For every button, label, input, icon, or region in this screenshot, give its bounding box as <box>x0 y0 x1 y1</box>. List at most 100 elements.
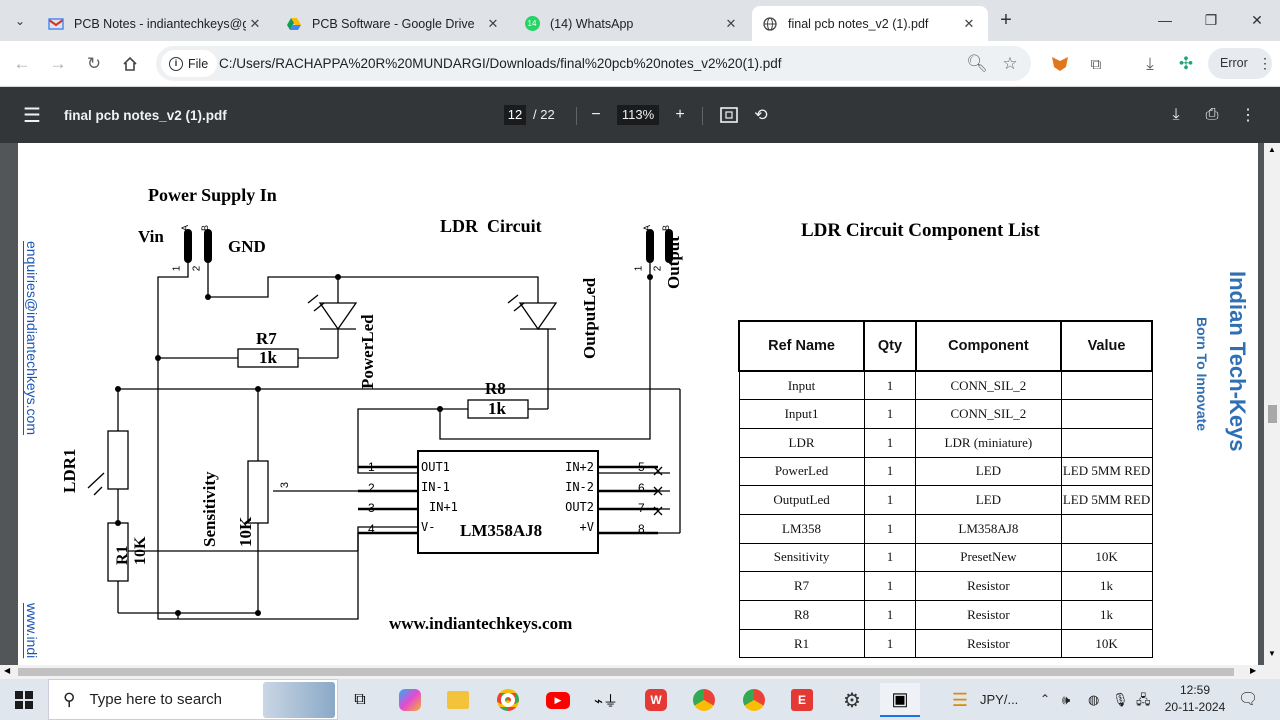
print-button[interactable]: ⎙ <box>1200 103 1224 127</box>
home-icon <box>123 56 137 71</box>
ldr-circuit-title: LDR Circuit <box>440 216 542 236</box>
extensions-button[interactable]: ⧉ <box>1082 50 1110 78</box>
start-button[interactable] <box>4 683 44 717</box>
www-vertical[interactable]: www.indi <box>24 603 40 658</box>
r8-value: 1k <box>488 399 506 418</box>
pin-label: OUT1 <box>421 460 450 474</box>
preset-body <box>247 460 269 524</box>
site-info-chip[interactable]: i File <box>161 50 218 77</box>
zoom-button[interactable]: 🔍︎ <box>963 50 991 78</box>
close-icon[interactable]: ✕ <box>722 16 740 32</box>
forward-button[interactable]: → <box>44 50 72 78</box>
tab-gmail[interactable]: PCB Notes - indiantechkeys@g ✕ <box>38 6 274 41</box>
pdf-app-button[interactable]: E <box>782 683 822 717</box>
table-cell: LED <box>915 485 1062 515</box>
clock[interactable]: 12:59 20-11-2024 <box>1160 682 1230 716</box>
browser-toolbar: ← → ↻ i File C:/Users/RACHAPPA%20R%20MUND… <box>0 41 1280 87</box>
kebab-menu-icon: ⋮ <box>1240 107 1256 124</box>
active-app-button[interactable]: ▣ <box>880 683 920 717</box>
component-table: Ref Name Qty Component Value Input 1 CONN_… <box>737 320 1153 659</box>
home-button[interactable] <box>116 50 144 78</box>
table-row: Sensitivity 1 PresetNew 10K <box>738 542 1153 573</box>
printer-icon: ⎙ <box>1205 106 1219 123</box>
table-cell: R8 <box>738 600 865 630</box>
currency-widget-text[interactable]: JPY/... <box>980 679 1018 720</box>
app-button[interactable]: ⌁⏚ <box>586 683 626 717</box>
speaker-icon[interactable]: 🕪︎ <box>1062 679 1070 720</box>
close-icon[interactable]: ✕ <box>960 16 978 32</box>
puzzle-icon: ⧉ <box>1090 55 1102 73</box>
scroll-up-arrow[interactable]: ▲ <box>1268 145 1276 154</box>
scroll-left-arrow[interactable]: ◀ <box>4 666 10 675</box>
scroll-thumb[interactable] <box>1268 405 1277 423</box>
settings-button[interactable]: ⚙ <box>832 683 872 717</box>
microphone-icon[interactable]: 🎙︎ <box>1112 679 1129 720</box>
show-hidden-icons[interactable]: ⌃ <box>1040 679 1050 720</box>
zoom-out-button[interactable]: − <box>586 103 606 127</box>
close-icon[interactable]: ✕ <box>246 16 264 32</box>
horizontal-scrollbar[interactable]: ◀ ▶ <box>0 665 1280 679</box>
more-options-button[interactable]: ⋮ <box>1238 103 1258 127</box>
metamask-extension[interactable] <box>1046 50 1074 78</box>
grammarly-extension[interactable]: ✣ <box>1172 50 1200 78</box>
close-icon[interactable]: ✕ <box>484 16 502 32</box>
pin-label: IN-2 <box>565 480 594 494</box>
table-row: Input 1 CONN_SIL_2 <box>738 370 1153 401</box>
table-cell: LM358 <box>738 513 865 544</box>
network-icon[interactable]: 🖧︎ <box>1136 679 1151 720</box>
zoom-in-button[interactable]: + <box>670 103 690 127</box>
windows-icon <box>15 691 33 709</box>
email-vertical[interactable]: enquiries@indiantechkeys.com <box>24 241 40 435</box>
sensitivity-label: Sensitivity <box>200 471 219 547</box>
file-explorer-button[interactable] <box>438 683 478 717</box>
camera-icon[interactable]: ◍ <box>1088 679 1099 720</box>
new-tab-button[interactable]: + <box>994 9 1018 33</box>
chrome-button[interactable] <box>488 683 528 717</box>
zoom-level[interactable]: 113% <box>617 105 659 125</box>
fit-page-button[interactable] <box>718 103 740 127</box>
tab-drive[interactable]: PCB Software - Google Drive ✕ <box>276 6 512 41</box>
wps-button[interactable]: W <box>636 683 676 717</box>
tab-pdf[interactable]: final pcb notes_v2 (1).pdf ✕ <box>752 6 988 41</box>
scroll-down-arrow[interactable]: ▼ <box>1268 649 1276 658</box>
address-bar[interactable]: i File C:/Users/RACHAPPA%20R%20MUNDARGI/D… <box>156 46 1031 81</box>
download-pdf-button[interactable]: ⤓ <box>1166 103 1186 127</box>
minimize-button[interactable]: — <box>1142 8 1188 32</box>
bookmark-button[interactable]: ☆ <box>996 50 1024 78</box>
reload-button[interactable]: ↻ <box>80 50 108 78</box>
scroll-right-arrow[interactable]: ▶ <box>1250 666 1256 675</box>
rotate-button[interactable]: ⟲ <box>750 103 772 127</box>
currency-widget-icon[interactable]: ☰ <box>940 683 980 717</box>
pin-label: IN+1 <box>429 500 458 514</box>
chrome-profile-button[interactable] <box>734 683 774 717</box>
divider <box>576 107 577 125</box>
vertical-scrollbar[interactable]: ▲ ▼ <box>1264 143 1280 665</box>
table-row: R7 1 Resistor 1k <box>738 571 1153 601</box>
downloads-button[interactable]: ⤓ <box>1136 50 1164 78</box>
back-button[interactable]: ← <box>8 50 36 78</box>
table-cell: LED 5MM RED <box>1060 485 1153 515</box>
table-cell: Resistor <box>915 628 1062 659</box>
notification-icon[interactable]: 🗨︎ <box>1238 679 1258 720</box>
task-view-button[interactable]: ⧉ <box>340 683 380 717</box>
tab-search-button[interactable]: ⌄ <box>8 9 32 33</box>
table-row: R8 1 Resistor 1k <box>738 600 1153 630</box>
youtube-button[interactable]: ▶ <box>538 683 578 717</box>
tab-whatsapp[interactable]: 14 (14) WhatsApp ✕ <box>514 6 750 41</box>
pdf-viewer[interactable]: Power Supply In Vin GND LDR Circuit A B … <box>0 143 1280 665</box>
page-number-input[interactable]: 12 <box>504 105 526 125</box>
taskbar-search[interactable]: ⚲ Type here to search <box>48 679 338 720</box>
profile-error-button[interactable]: Error ⋮ <box>1208 48 1272 79</box>
table-cell: 1 <box>863 628 917 659</box>
r7-label: R7 <box>256 329 277 348</box>
sidebar-menu-button[interactable]: ☰ <box>20 103 44 127</box>
table-cell: Sensitivity <box>738 542 865 573</box>
table-row: Input1 1 CONN_SIL_2 <box>738 399 1153 429</box>
url-text[interactable]: C:/Users/RACHAPPA%20R%20MUNDARGI/Downloa… <box>219 46 782 81</box>
minus-icon: − <box>591 106 601 123</box>
chrome-profile-button[interactable] <box>684 683 724 717</box>
close-window-button[interactable]: ✕ <box>1234 8 1280 32</box>
restore-button[interactable]: ❐ <box>1188 8 1234 32</box>
scroll-thumb[interactable] <box>18 668 1234 676</box>
copilot-button[interactable] <box>390 683 430 717</box>
